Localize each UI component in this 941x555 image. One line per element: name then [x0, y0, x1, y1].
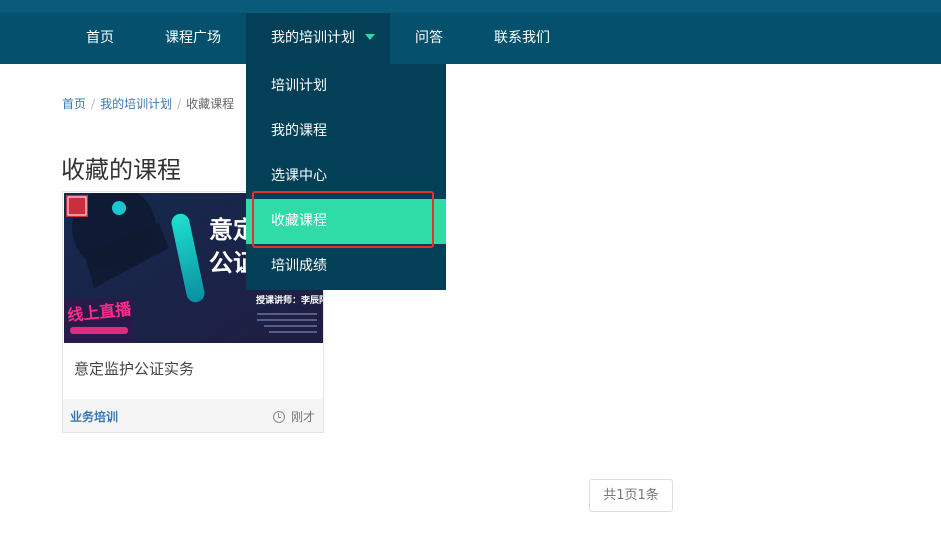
nav-item-my-training-plan[interactable]: 我的培训计划	[246, 13, 390, 64]
breadcrumb-home-link[interactable]: 首页	[62, 97, 86, 111]
nav-item-label: 问答	[415, 30, 443, 46]
breadcrumb: 首页 / 我的培训计划 / 收藏课程	[62, 95, 234, 113]
breadcrumb-separator: /	[91, 97, 96, 111]
thumb-lecturer: 授课讲师：李辰阳	[256, 294, 323, 306]
breadcrumb-separator: /	[177, 97, 182, 111]
nav-item-label: 首页	[86, 30, 114, 46]
top-strip	[0, 0, 941, 13]
course-title[interactable]: 意定监护公证实务	[74, 358, 194, 379]
clock-icon	[272, 411, 285, 423]
course-time: 刚才	[272, 408, 315, 425]
nav-item-home[interactable]: 首页	[86, 13, 114, 64]
breadcrumb-plan-link[interactable]: 我的培训计划	[100, 97, 172, 111]
caret-down-icon	[365, 34, 375, 40]
dropdown-item-my-courses[interactable]: 我的课程	[246, 109, 446, 154]
course-time-text: 刚才	[290, 410, 315, 424]
nav-item-contact-us[interactable]: 联系我们	[494, 13, 550, 64]
training-plan-dropdown: 培训计划 我的课程 选课中心 收藏课程 培训成绩	[246, 64, 446, 290]
dropdown-item-training-plan[interactable]: 培训计划	[246, 64, 446, 109]
course-card-footer: 业务培训 刚才	[63, 399, 323, 432]
main-navbar: 首页 课程广场 我的培训计划 问答 联系我们	[0, 13, 941, 64]
nav-item-label: 我的培训计划	[271, 30, 355, 46]
dropdown-item-training-scores[interactable]: 培训成绩	[246, 244, 446, 289]
nav-item-label: 课程广场	[165, 30, 221, 46]
page-title: 收藏的课程	[61, 156, 181, 184]
course-category-tag[interactable]: 业务培训	[70, 408, 118, 425]
nav-item-qa[interactable]: 问答	[415, 13, 443, 64]
highlight-box	[252, 191, 434, 248]
nav-item-course-square[interactable]: 课程广场	[165, 13, 221, 64]
nav-item-label: 联系我们	[494, 30, 550, 46]
pagination-summary: 共1页1条	[589, 479, 673, 512]
breadcrumb-current: 收藏课程	[186, 97, 235, 111]
